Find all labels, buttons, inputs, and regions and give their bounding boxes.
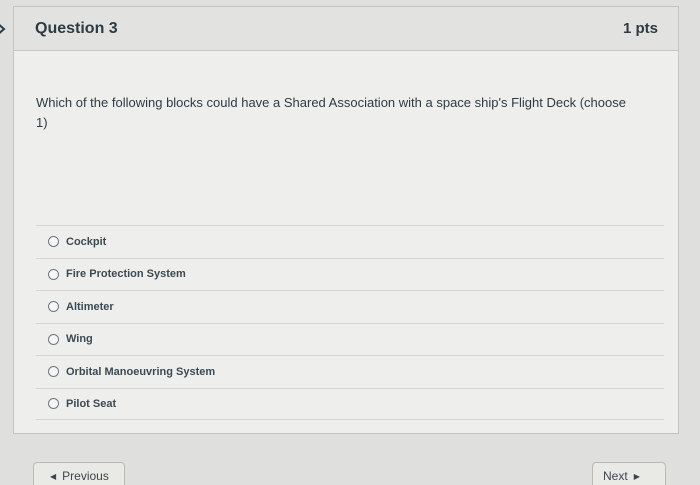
question-title: Question 3 bbox=[35, 20, 118, 37]
radio-button[interactable] bbox=[48, 301, 59, 313]
answer-option-fire-protection-system[interactable]: Fire Protection System bbox=[36, 257, 664, 291]
answer-label: Cockpit bbox=[66, 235, 107, 248]
answer-label: Altimeter bbox=[66, 300, 114, 313]
answer-list: Cockpit Fire Protection System Altimeter… bbox=[36, 225, 664, 420]
answer-option-cockpit[interactable]: Cockpit bbox=[36, 225, 664, 258]
radio-button[interactable] bbox=[48, 398, 59, 410]
radio-button[interactable] bbox=[48, 366, 59, 378]
answer-option-pilot-seat[interactable]: Pilot Seat bbox=[36, 387, 664, 420]
caret-right-icon: ▶ bbox=[633, 471, 640, 481]
caret-left-icon: ◀ bbox=[50, 471, 57, 481]
next-button[interactable]: Next ▶ bbox=[592, 462, 666, 485]
flag-icon[interactable] bbox=[0, 20, 10, 38]
next-label: Next bbox=[603, 469, 628, 483]
answer-label: Orbital Manoeuvring System bbox=[66, 365, 216, 378]
question-text: Which of the following blocks could have… bbox=[36, 95, 626, 130]
question-points: 1 pts bbox=[622, 20, 658, 37]
previous-button[interactable]: ◀ Previous bbox=[33, 462, 125, 485]
answer-option-wing[interactable]: Wing bbox=[36, 322, 664, 356]
question-header: Question 3 1 pts bbox=[14, 7, 678, 51]
previous-label: Previous bbox=[62, 469, 109, 483]
answer-label: Wing bbox=[66, 333, 93, 346]
answer-label: Pilot Seat bbox=[66, 397, 117, 410]
radio-button[interactable] bbox=[48, 236, 59, 248]
answer-option-altimeter[interactable]: Altimeter bbox=[36, 290, 664, 323]
answer-label: Fire Protection System bbox=[66, 268, 186, 281]
answer-option-orbital-manoeuvring-system[interactable]: Orbital Manoeuvring System bbox=[36, 355, 664, 388]
question-card: Question 3 1 pts Which of the following … bbox=[13, 6, 679, 434]
radio-button[interactable] bbox=[48, 268, 59, 280]
radio-button[interactable] bbox=[48, 333, 59, 345]
